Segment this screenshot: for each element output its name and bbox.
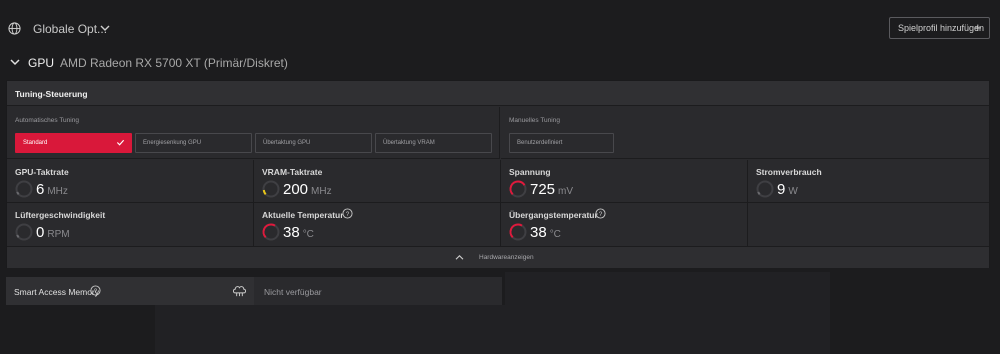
tuning-option-label: Übertaktung GPU — [263, 140, 311, 146]
gauge-icon — [262, 223, 280, 241]
svg-text:?: ? — [94, 288, 98, 295]
tuning-panel-header: Tuning-Steuerung — [7, 81, 989, 106]
metric-unit: °C — [549, 229, 561, 240]
tuning-option-custom[interactable]: Benutzerdefiniert — [509, 133, 614, 153]
top-bar: Globale Opt... Spielprofil hinzufügen + — [0, 0, 1000, 50]
automatic-tuning-section: Automatisches Tuning Standard Energiesen… — [7, 107, 500, 159]
metric-label: Aktuelle Temperatur — [262, 210, 344, 220]
gpu-label: GPU — [28, 56, 55, 70]
metric-unit: mV — [558, 186, 574, 197]
metric-vram-clock: VRAM-Taktrate 200 MHz — [254, 160, 501, 203]
tuning-option-standard[interactable]: Standard — [15, 133, 132, 153]
metric-value: 725 mV — [530, 181, 573, 198]
svg-text:?: ? — [346, 211, 350, 218]
metric-empty-cell — [748, 203, 989, 247]
smart-access-memory-label-cell: Smart Access Memory ? — [6, 277, 254, 305]
add-game-profile-label: Spielprofil hinzufügen — [898, 23, 985, 33]
metric-number: 9 — [777, 181, 786, 198]
smart-access-memory-row: Smart Access Memory ? Nicht verfügbar — [6, 277, 502, 305]
smart-access-memory-value: Nicht verfügbar — [264, 287, 322, 297]
metric-value: 200 MHz — [283, 181, 332, 198]
global-options-title[interactable]: Globale Opt... — [33, 22, 107, 36]
metric-current-temperature: Aktuelle Temperatur ? 38 °C — [254, 203, 501, 247]
svg-text:?: ? — [599, 211, 603, 218]
metric-number: 6 — [36, 181, 45, 198]
add-game-profile-button[interactable]: Spielprofil hinzufügen + — [889, 17, 990, 39]
metric-label: VRAM-Taktrate — [262, 167, 323, 177]
chevron-down-icon[interactable] — [10, 58, 20, 66]
chevron-up-icon — [455, 254, 464, 260]
tuning-option-overclock-gpu[interactable]: Übertaktung GPU — [255, 133, 372, 153]
manual-tuning-section: Manuelles Tuning Benutzerdefiniert — [501, 107, 989, 159]
metric-unit: MHz — [311, 186, 332, 197]
background-overlay-area — [505, 272, 830, 354]
metric-voltage: Spannung 725 mV — [501, 160, 748, 203]
metric-unit: RPM — [47, 229, 70, 240]
tuning-title: Tuning-Steuerung — [15, 89, 88, 99]
tuning-option-label: Übertaktung VRAM — [383, 140, 435, 146]
automatic-tuning-label: Automatisches Tuning — [15, 117, 79, 124]
gauge-icon — [756, 180, 774, 198]
smart-access-memory-label: Smart Access Memory — [14, 287, 100, 297]
gpu-name: AMD Radeon RX 5700 XT (Primär/Diskret) — [60, 56, 288, 70]
gauge-icon — [15, 180, 33, 198]
metric-junction-temperature: Übergangstemperatur ? 38 °C — [501, 203, 748, 247]
gauge-icon — [509, 180, 527, 198]
tuning-option-overclock-vram[interactable]: Übertaktung VRAM — [375, 133, 492, 153]
metric-value: 38 °C — [283, 224, 314, 241]
tuning-option-energy-saving[interactable]: Energiesenkung GPU — [135, 133, 252, 153]
hardware-display-toggle[interactable]: Hardwareanzeigen — [7, 247, 989, 268]
hardware-display-label: Hardwareanzeigen — [479, 254, 534, 261]
plus-icon: + — [974, 20, 982, 35]
gauge-icon — [15, 223, 33, 241]
metric-fan-speed: Lüftergeschwindigkeit 0 RPM — [7, 203, 254, 247]
help-icon[interactable]: ? — [595, 208, 606, 219]
metric-label: Stromverbrauch — [756, 167, 822, 177]
tuning-option-label: Energiesenkung GPU — [143, 140, 202, 146]
metric-gpu-clock: GPU-Taktrate 6 MHz — [7, 160, 254, 203]
metric-value: 38 °C — [530, 224, 561, 241]
tuning-option-label: Benutzerdefiniert — [517, 140, 563, 146]
brain-icon — [232, 286, 247, 297]
metric-label: Lüftergeschwindigkeit — [15, 210, 106, 220]
metric-value: 6 MHz — [36, 181, 68, 198]
gauge-icon — [262, 180, 280, 198]
metric-unit: W — [788, 186, 798, 197]
metric-label: Übergangstemperatur — [509, 210, 598, 220]
gauge-icon — [509, 223, 527, 241]
metric-number: 725 — [530, 181, 556, 198]
metric-number: 200 — [283, 181, 309, 198]
metric-label: Spannung — [509, 167, 551, 177]
background-overlay-area-2 — [155, 305, 505, 354]
tuning-panel: Tuning-Steuerung Automatisches Tuning St… — [6, 80, 990, 268]
help-icon[interactable]: ? — [342, 208, 353, 219]
checkmark-icon — [116, 139, 125, 146]
manual-tuning-label: Manuelles Tuning — [509, 117, 560, 124]
metric-power: Stromverbrauch 9W — [748, 160, 989, 203]
metric-number: 38 — [283, 224, 300, 241]
metric-number: 38 — [530, 224, 547, 241]
metric-value: 9W — [777, 181, 798, 198]
help-icon[interactable]: ? — [90, 285, 101, 296]
metric-unit: °C — [302, 229, 314, 240]
metric-label: GPU-Taktrate — [15, 167, 69, 177]
metric-number: 0 — [36, 224, 45, 241]
metric-unit: MHz — [47, 186, 68, 197]
chevron-down-icon[interactable] — [100, 24, 110, 32]
tuning-option-label: Standard — [23, 140, 48, 146]
metric-value: 0 RPM — [36, 224, 70, 241]
globe-icon[interactable] — [8, 22, 21, 35]
